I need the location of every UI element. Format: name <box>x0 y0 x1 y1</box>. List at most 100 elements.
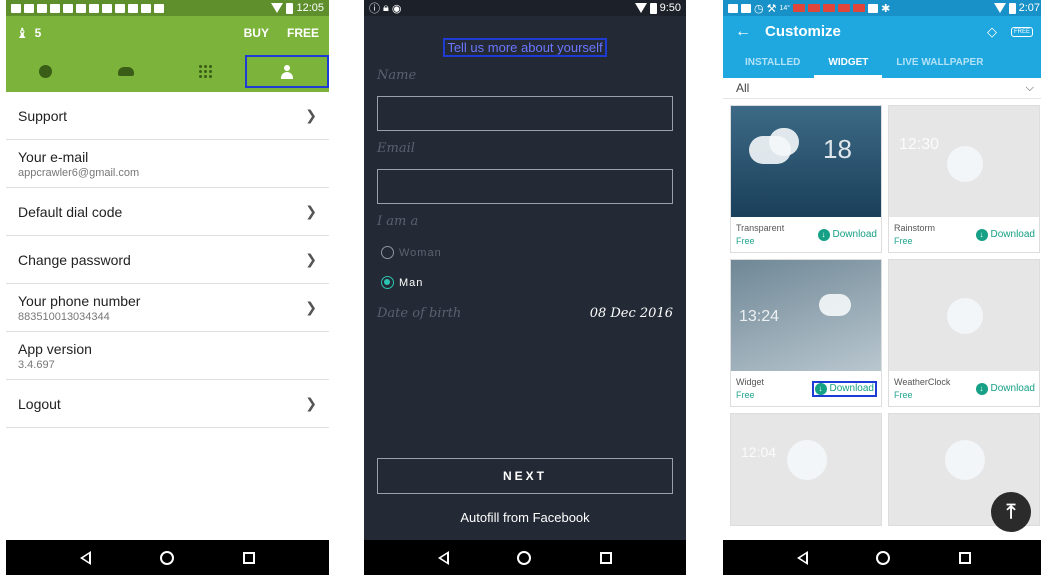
battery-icon <box>649 2 657 14</box>
tab-installed[interactable]: INSTALLED <box>731 47 814 78</box>
row-value: 883510013034344 <box>18 310 110 323</box>
widget-card[interactable]: 12:30 Rainstorm Free ↓ Download <box>888 105 1040 253</box>
row-label: Your e-mail <box>18 148 89 165</box>
download-button[interactable]: ↓ Download <box>811 380 877 397</box>
widget-card[interactable]: 13:24 Widget Free ↓ Download <box>730 259 882 407</box>
settings-row-logout[interactable]: Logout ❯ <box>6 380 329 428</box>
widget-price: Free <box>894 390 913 400</box>
download-icon: ↓ <box>817 228 830 241</box>
widget-thumbnail[interactable]: 18 <box>731 106 881 217</box>
app-bar: ♝ 5 BUY FREE <box>6 16 329 50</box>
widget-price: Free <box>736 390 755 400</box>
row-label: Change password <box>18 251 131 268</box>
home-icon[interactable] <box>876 550 891 565</box>
info-icon: ⓘ <box>369 3 380 15</box>
battery-icon <box>1008 2 1016 14</box>
tab-contacts[interactable] <box>86 50 166 92</box>
tab-recents[interactable] <box>6 50 86 92</box>
row-label: Support <box>18 107 68 124</box>
back-icon[interactable] <box>80 550 92 565</box>
settings-row-change-password[interactable]: Change password ❯ <box>6 236 329 284</box>
download-button[interactable]: ↓ Download <box>975 382 1035 395</box>
coin-bag-icon[interactable]: ♝ <box>16 25 29 42</box>
bluetooth-icon: ✱ <box>881 2 891 15</box>
back-icon[interactable] <box>797 550 809 565</box>
dob-value: 08 Dec 2016 <box>589 306 673 321</box>
email-field[interactable] <box>377 169 673 204</box>
settings-row-phone-number[interactable]: Your phone number 883510013034344 ❯ <box>6 284 329 332</box>
status-time: 9:50 <box>659 2 681 14</box>
gender-option-man[interactable]: Man <box>381 276 686 289</box>
tab-dialpad[interactable] <box>166 50 246 92</box>
system-nav-bar <box>364 540 686 575</box>
home-icon[interactable] <box>517 550 532 565</box>
widget-thumbnail[interactable]: 12:04 <box>731 414 881 525</box>
name-field[interactable] <box>377 96 673 131</box>
row-label: Logout <box>18 395 61 412</box>
row-value: appcrawler6@gmail.com <box>18 166 140 179</box>
row-label: Default dial code <box>18 203 123 220</box>
wifi-icon <box>634 3 647 13</box>
settings-row-dial-code[interactable]: Default dial code ❯ <box>6 188 329 236</box>
category-filter-dropdown[interactable]: All ⌵ <box>723 78 1041 99</box>
recents-icon[interactable] <box>958 551 971 564</box>
widget-thumbnail[interactable]: 12:30 <box>889 106 1039 217</box>
option-label: Man <box>399 276 424 289</box>
widget-grid: 18 Transparent Free ↓ Download 12:30 Rains… <box>723 99 1041 526</box>
diamond-icon[interactable]: ◇ <box>987 24 997 40</box>
download-button[interactable]: ↓ Download <box>975 228 1035 241</box>
status-bar: ⓘ 🔒︎ ◉ 9:50 <box>364 0 686 16</box>
autofill-facebook-link[interactable]: Autofill from Facebook <box>364 510 686 525</box>
back-arrow-icon[interactable]: ← <box>735 23 751 41</box>
page-title: Customize <box>765 23 841 40</box>
date-of-birth-row[interactable]: Date of birth 08 Dec 2016 <box>377 306 673 321</box>
system-nav-bar <box>723 540 1041 575</box>
clock-icon <box>39 64 53 78</box>
settings-row-email[interactable]: Your e-mail appcrawler6@gmail.com <box>6 140 329 188</box>
tab-widget[interactable]: WIDGET <box>814 47 883 78</box>
remove-ads-icon[interactable]: FREE <box>1010 26 1033 37</box>
free-button[interactable]: FREE <box>287 26 319 40</box>
download-button[interactable]: ↓ Download <box>817 228 877 241</box>
chevron-down-icon: ⌵ <box>1025 81 1034 94</box>
download-icon: ↓ <box>975 228 988 241</box>
settings-list: Support ❯ Your e-mail appcrawler6@gmail.c… <box>6 92 329 428</box>
chevron-right-icon: ❯ <box>305 107 317 123</box>
status-time: 2:07 <box>1018 2 1040 14</box>
recents-icon[interactable] <box>599 551 612 564</box>
lock-icon: 🔒︎ <box>383 1 389 14</box>
widget-card[interactable]: 18 Transparent Free ↓ Download <box>730 105 882 253</box>
buy-button[interactable]: BUY <box>244 26 269 40</box>
recents-icon[interactable] <box>242 551 255 564</box>
row-label: App version <box>18 340 92 357</box>
tab-bar <box>6 50 329 92</box>
name-label: Name <box>377 68 417 83</box>
chevron-right-icon: ❯ <box>305 395 317 411</box>
profile-icon <box>280 64 294 79</box>
widget-thumbnail[interactable] <box>889 260 1039 371</box>
widget-card[interactable]: WeatherClock Free ↓ Download <box>888 259 1040 407</box>
back-icon[interactable] <box>438 550 450 565</box>
scroll-to-top-button[interactable]: ⤒ <box>991 492 1031 532</box>
gender-label: I am a <box>377 214 419 229</box>
next-button[interactable]: NEXT <box>377 458 673 494</box>
chevron-right-icon: ❯ <box>305 203 317 219</box>
filter-value: All <box>736 81 750 95</box>
email-label: Email <box>377 141 415 156</box>
gender-option-woman[interactable]: Woman <box>381 246 686 259</box>
widget-name: Widget <box>736 377 765 387</box>
battery-icon <box>286 2 294 14</box>
status-bar: 12:05 <box>6 0 329 16</box>
tab-live-wallpaper[interactable]: LIVE WALLPAPER <box>882 47 997 78</box>
widget-card[interactable]: 12:04 <box>730 413 882 526</box>
tab-profile[interactable] <box>245 55 329 88</box>
widget-thumbnail[interactable]: 13:24 <box>731 260 881 371</box>
widget-name: Transparent <box>736 223 785 233</box>
row-label: Your phone number <box>18 292 141 309</box>
home-icon[interactable] <box>159 550 174 565</box>
settings-row-support[interactable]: Support ❯ <box>6 92 329 140</box>
coin-count: 5 <box>34 26 42 40</box>
app-bar: ← Customize ◇ FREE <box>723 16 1041 47</box>
status-bar: ◷ ⚒ 14° ✱ 2:07 <box>723 0 1041 16</box>
wifi-icon <box>993 3 1006 13</box>
